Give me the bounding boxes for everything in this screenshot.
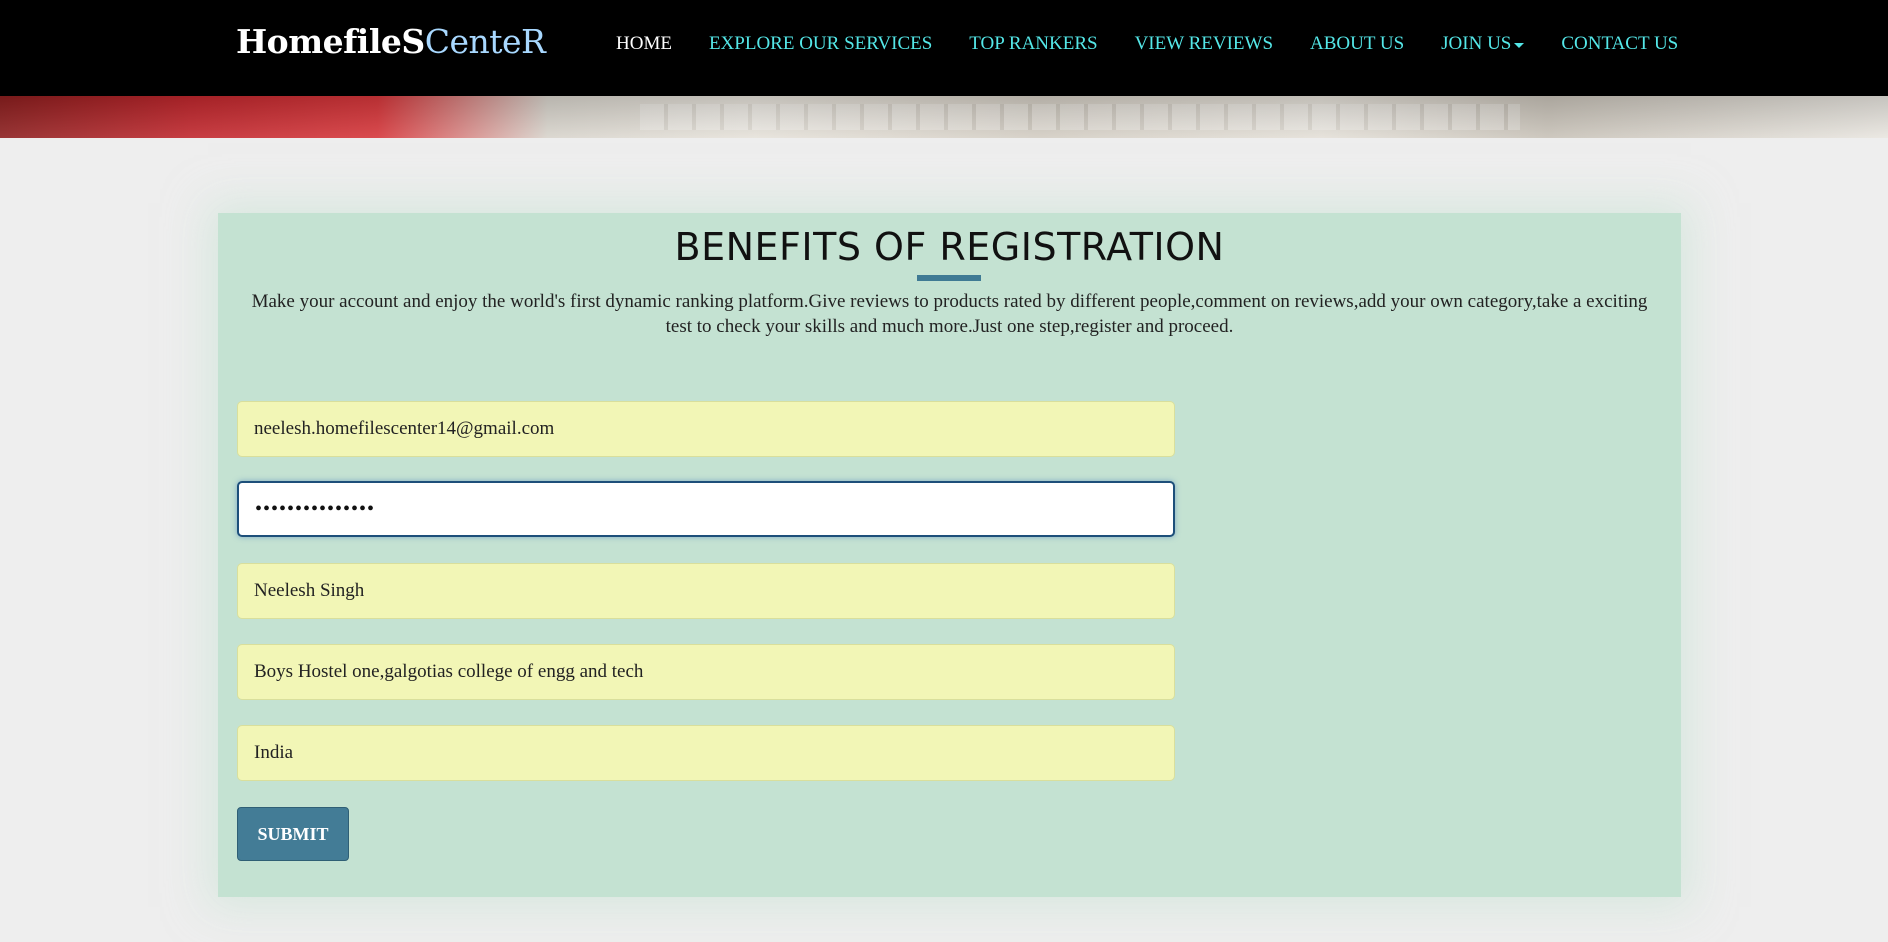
country-field[interactable]: India (237, 725, 1175, 781)
submit-button[interactable]: SUBMIT (237, 807, 349, 861)
nav-top-rankers[interactable]: TOP RANKERS (969, 33, 1097, 55)
page-title: BENEFITS OF REGISTRATION (674, 225, 1225, 269)
main-nav: HOME EXPLORE OUR SERVICES TOP RANKERS VI… (616, 33, 1715, 55)
registration-description: Make your account and enjoy the world's … (251, 291, 1648, 337)
nav-contact-us[interactable]: CONTACT US (1561, 33, 1678, 55)
caret-down-icon (1514, 42, 1525, 48)
name-field[interactable]: Neelesh Singh (237, 563, 1175, 619)
registration-panel: BENEFITS OF REGISTRATION Make your accou… (218, 213, 1681, 897)
nav-view-reviews[interactable]: VIEW REVIEWS (1135, 33, 1273, 55)
brand-part-2: CenteR (424, 22, 546, 61)
address-value: Boys Hostel one,galgotias college of eng… (254, 661, 644, 682)
nav-join-us[interactable]: JOIN US (1441, 33, 1525, 55)
nav-explore-services[interactable]: EXPLORE OUR SERVICES (709, 33, 932, 55)
brand-logo[interactable]: HomefileSCenteR (236, 22, 546, 61)
password-field[interactable]: ••••••••••••••• (237, 481, 1175, 537)
country-value: India (254, 742, 294, 763)
email-value: neelesh.homefilescenter14@gmail.com (254, 418, 555, 439)
password-value: ••••••••••••••• (255, 497, 376, 520)
nav-home[interactable]: HOME (616, 33, 672, 55)
nav-about-us[interactable]: ABOUT US (1310, 33, 1404, 55)
title-underline (917, 275, 981, 281)
nav-join-us-label: JOIN US (1441, 33, 1512, 54)
top-navbar: HomefileSCenteR HOME EXPLORE OUR SERVICE… (0, 0, 1888, 96)
email-field[interactable]: neelesh.homefilescenter14@gmail.com (237, 401, 1175, 457)
name-value: Neelesh Singh (254, 580, 365, 601)
brand-part-1: HomefileS (236, 22, 425, 61)
hero-image-strip (0, 96, 1888, 138)
address-field[interactable]: Boys Hostel one,galgotias college of eng… (237, 644, 1175, 700)
